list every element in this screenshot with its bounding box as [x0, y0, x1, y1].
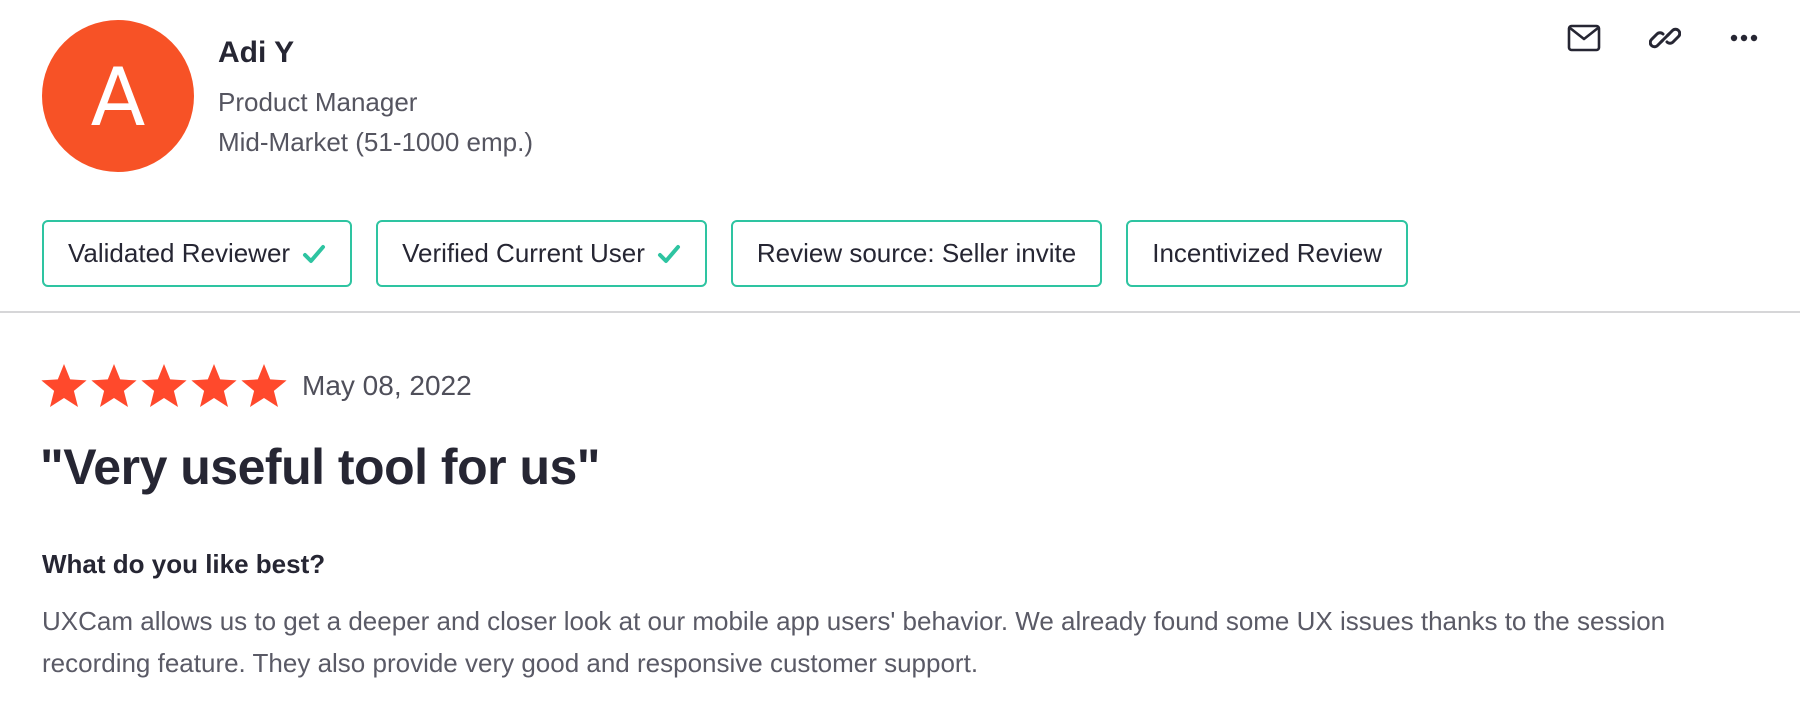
divider	[0, 311, 1800, 313]
badge-validated-reviewer[interactable]: Validated Reviewer	[42, 220, 353, 287]
check-icon	[657, 242, 681, 266]
avatar-initial: A	[90, 51, 146, 144]
badge-label: Incentivized Review	[1152, 238, 1382, 268]
badge-incentivized-review[interactable]: Incentivized Review	[1126, 220, 1408, 287]
star-icon	[141, 364, 187, 407]
review-question: What do you like best?	[42, 549, 326, 579]
review-date: May 08, 2022	[302, 370, 472, 401]
copy-link-button[interactable]	[1645, 18, 1685, 58]
more-icon	[1730, 34, 1758, 42]
star-icon	[91, 364, 137, 407]
badge-verified-current-user[interactable]: Verified Current User	[376, 220, 707, 287]
star-icon	[241, 364, 287, 407]
badge-label: Validated Reviewer	[68, 238, 291, 268]
review-title: "Very useful tool for us"	[40, 439, 601, 495]
badge-review-source[interactable]: Review source: Seller invite	[730, 220, 1103, 287]
star-rating	[40, 362, 288, 410]
star-icon	[191, 364, 237, 407]
reviewer-segment: Mid-Market (51-1000 emp.)	[218, 127, 533, 157]
badge-label: Review source: Seller invite	[756, 238, 1077, 268]
reviewer-role: Product Manager	[218, 87, 418, 117]
mail-icon	[1567, 24, 1601, 52]
review-answer: UXCam allows us to get a deeper and clos…	[42, 606, 1666, 678]
reviewer-badges: Validated Reviewer Verified Current User…	[42, 220, 1408, 288]
reviewer-name[interactable]: Adi Y	[218, 34, 294, 72]
more-options-button[interactable]	[1724, 18, 1764, 58]
check-icon	[302, 242, 326, 266]
avatar: A	[42, 20, 194, 172]
review-actions	[1500, 18, 1800, 58]
link-icon	[1649, 27, 1681, 49]
star-icon	[41, 364, 87, 407]
email-share-button[interactable]	[1564, 18, 1604, 58]
badge-label: Verified Current User	[402, 238, 645, 268]
